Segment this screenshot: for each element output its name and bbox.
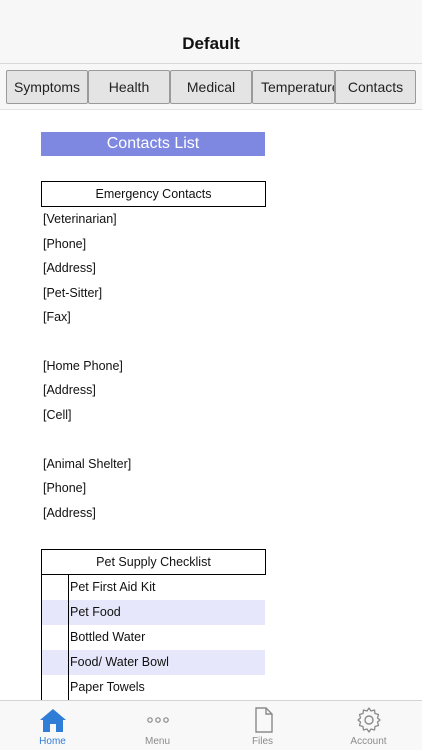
checklist-checkbox[interactable]	[41, 575, 69, 601]
checklist-row: Pet First Aid Kit	[41, 575, 266, 601]
tab-label: Menu	[144, 736, 170, 747]
tab-files[interactable]: Files	[210, 701, 315, 750]
checklist-label: Food/ Water Bowl	[69, 650, 265, 675]
checklist-label: Bottled Water	[70, 630, 146, 644]
checklist-label: Pet First Aid Kit	[70, 580, 156, 594]
home-icon	[40, 709, 66, 732]
page-title: Default	[182, 34, 240, 53]
pet-supply-checklist-header: Pet Supply Checklist	[41, 549, 266, 575]
tab-health[interactable]: Health	[88, 70, 170, 104]
tab-home[interactable]: Home	[0, 701, 105, 750]
more-dots-icon	[147, 717, 169, 723]
tab-temperature[interactable]: Temperature	[252, 70, 335, 104]
checklist-checkbox[interactable]	[41, 650, 69, 676]
tab-label: Home	[39, 736, 66, 747]
contact-row[interactable]: [Phone]	[43, 237, 86, 251]
tab-label: Files	[251, 736, 274, 747]
contact-row[interactable]: [Home Phone]	[43, 359, 123, 373]
checklist-row: Food/ Water Bowl	[41, 650, 266, 676]
gear-icon	[357, 707, 381, 733]
tab-contacts[interactable]: Contacts	[335, 70, 416, 104]
contact-row[interactable]: [Address]	[43, 261, 96, 275]
checklist-row: Bottled Water	[41, 625, 266, 651]
contact-row[interactable]: [Address]	[43, 383, 96, 397]
checklist-checkbox[interactable]	[41, 600, 69, 626]
checklist-checkbox[interactable]	[41, 675, 69, 700]
contact-row[interactable]: [Address]	[43, 506, 96, 520]
checklist-row: Paper Towels	[41, 675, 266, 700]
checklist-checkbox[interactable]	[41, 625, 69, 651]
contact-row[interactable]: [Cell]	[43, 408, 71, 422]
tab-account[interactable]: Account	[316, 701, 421, 750]
contact-row[interactable]: [Veterinarian]	[43, 212, 117, 226]
contact-row[interactable]: [Phone]	[43, 481, 86, 495]
contact-row[interactable]: [Pet-Sitter]	[43, 286, 102, 300]
tab-label: Account	[350, 736, 387, 747]
tab-symptoms[interactable]: Symptoms	[6, 70, 88, 104]
checklist-label: Paper Towels	[70, 680, 145, 694]
section-tabs: Symptoms Health Medical Temperature Cont…	[0, 64, 422, 110]
bottom-tab-bar: Home Menu Files Account	[0, 700, 422, 750]
tab-menu[interactable]: Menu	[105, 701, 210, 750]
checklist-label: Pet Food	[69, 600, 265, 625]
file-icon	[255, 707, 273, 733]
checklist-row: Pet Food	[41, 600, 266, 626]
contact-row[interactable]: [Fax]	[43, 310, 71, 324]
navigation-bar: Default	[0, 0, 422, 64]
emergency-contacts-header: Emergency Contacts	[41, 181, 266, 207]
contacts-content[interactable]: Contacts List Emergency Contacts [Veteri…	[0, 111, 422, 700]
contacts-list-title: Contacts List	[41, 132, 265, 156]
tab-medical[interactable]: Medical	[170, 70, 252, 104]
contact-row[interactable]: [Animal Shelter]	[43, 457, 131, 471]
